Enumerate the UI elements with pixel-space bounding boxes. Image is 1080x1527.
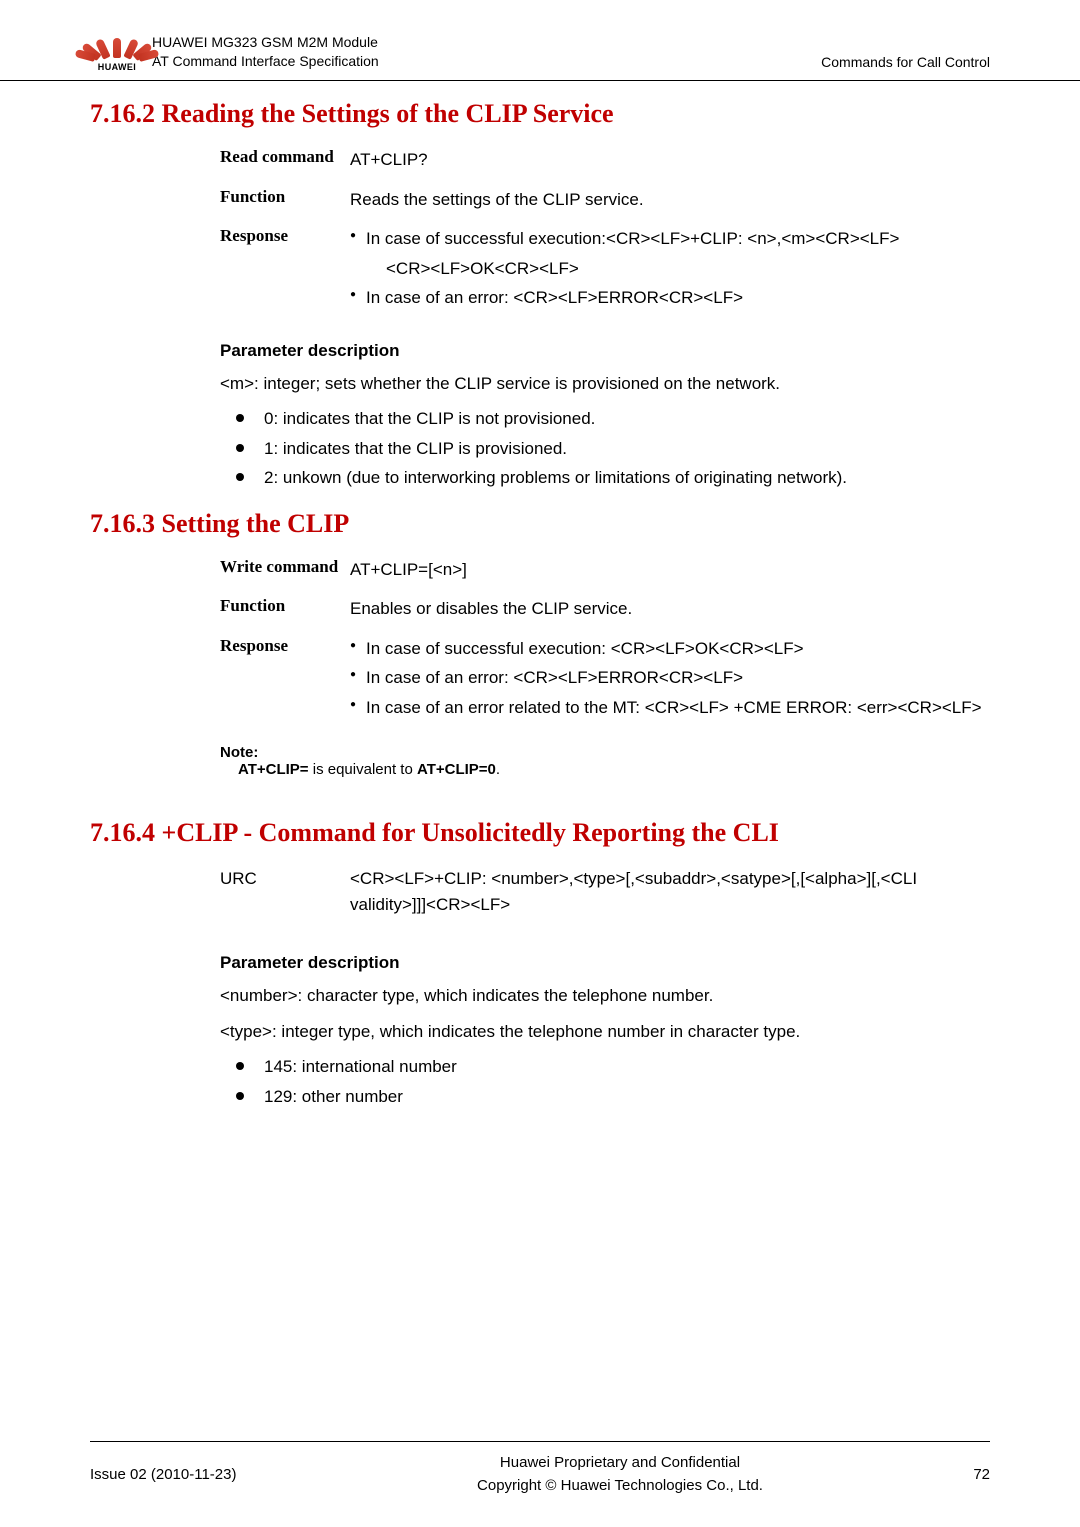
note-mid: is equivalent to <box>309 761 417 778</box>
param-item-1: 1: indicates that the CLIP is provisione… <box>220 436 990 462</box>
note-end: . <box>496 761 500 778</box>
urc-row: URC <CR><LF>+CLIP: <number>,<type>[,<sub… <box>220 866 990 917</box>
urc-value: <CR><LF>+CLIP: <number>,<type>[,<subaddr… <box>350 866 990 917</box>
response-label-2: Response <box>220 636 350 656</box>
page-header: HUAWEI HUAWEI MG323 GSM M2M Module AT Co… <box>0 0 1080 81</box>
function-label: Function <box>220 187 350 207</box>
response-bullet-2: In case of an error: <CR><LF>ERROR<CR><L… <box>350 285 990 311</box>
write-command-label: Write command <box>220 557 350 577</box>
section-title-7-16-2: 7.16.2 Reading the Settings of the CLIP … <box>90 99 990 129</box>
resp2-bullet-1: In case of successful execution: <CR><LF… <box>350 636 990 662</box>
param-text-type: <type>: integer type, which indicates th… <box>220 1019 990 1045</box>
def-table-2: Write command AT+CLIP=[<n>] Function Ena… <box>220 557 990 725</box>
function-label-2: Function <box>220 596 350 616</box>
huawei-logo: HUAWEI <box>90 18 144 72</box>
read-command-value: AT+CLIP? <box>350 147 990 173</box>
note-label: Note: <box>220 744 990 761</box>
section-title-7-16-4: 7.16.4 +CLIP - Command for Unsolicitedly… <box>90 818 990 848</box>
header-title-1: HUAWEI MG323 GSM M2M Module <box>152 33 821 53</box>
param-description-head-1: Parameter description <box>220 341 990 361</box>
header-title-2: AT Command Interface Specification <box>152 52 821 72</box>
resp2-bullet-3: In case of an error related to the MT: <… <box>350 695 990 721</box>
note-block: Note: AT+CLIP= is equivalent to AT+CLIP=… <box>220 744 990 778</box>
page-footer: Issue 02 (2010-11-23) Huawei Proprietary… <box>90 1441 990 1497</box>
header-right: Commands for Call Control <box>821 54 990 72</box>
content: 7.16.2 Reading the Settings of the CLIP … <box>0 99 1080 1109</box>
param-item-0: 0: indicates that the CLIP is not provis… <box>220 406 990 432</box>
note-pre: AT+CLIP= <box>238 761 309 778</box>
param-description-text-1: <m>: integer; sets whether the CLIP serv… <box>220 371 990 397</box>
write-command-value: AT+CLIP=[<n>] <box>350 557 990 583</box>
response-bullet-1: In case of successful execution:<CR><LF>… <box>350 226 990 252</box>
footer-center: Huawei Proprietary and Confidential Copy… <box>330 1452 910 1497</box>
param-item-2: 2: unkown (due to interworking problems … <box>220 465 990 491</box>
function-value-2: Enables or disables the CLIP service. <box>350 596 990 622</box>
footer-issue: Issue 02 (2010-11-23) <box>90 1466 330 1483</box>
footer-page-number: 72 <box>910 1466 990 1483</box>
function-value: Reads the settings of the CLIP service. <box>350 187 990 213</box>
note-post: AT+CLIP=0 <box>417 761 496 778</box>
logo-petals-icon <box>95 24 139 60</box>
type-item-129: 129: other number <box>220 1084 990 1110</box>
response-value-2: In case of successful execution: <CR><LF… <box>350 636 990 725</box>
note-body: AT+CLIP= is equivalent to AT+CLIP=0. <box>238 761 990 778</box>
type-item-145: 145: international number <box>220 1054 990 1080</box>
logo-text: HUAWEI <box>98 62 136 72</box>
footer-center-2: Copyright © Huawei Technologies Co., Ltd… <box>330 1475 910 1498</box>
section-title-7-16-3: 7.16.3 Setting the CLIP <box>90 509 990 539</box>
response-value-1: In case of successful execution:<CR><LF>… <box>350 226 990 315</box>
param-description-head-2: Parameter description <box>220 953 990 973</box>
response-label: Response <box>220 226 350 246</box>
footer-center-1: Huawei Proprietary and Confidential <box>330 1452 910 1475</box>
read-command-label: Read command <box>220 147 350 167</box>
response-bullet-1-sub: <CR><LF>OK<CR><LF> <box>350 256 990 282</box>
urc-label: URC <box>220 866 350 892</box>
header-titles: HUAWEI MG323 GSM M2M Module AT Command I… <box>152 33 821 72</box>
param-list-1: 0: indicates that the CLIP is not provis… <box>220 406 990 491</box>
param-text-number: <number>: character type, which indicate… <box>220 983 990 1009</box>
resp2-bullet-2: In case of an error: <CR><LF>ERROR<CR><L… <box>350 665 990 691</box>
param-list-2: 145: international number 129: other num… <box>220 1054 990 1109</box>
def-table-1: Read command AT+CLIP? Function Reads the… <box>220 147 990 315</box>
